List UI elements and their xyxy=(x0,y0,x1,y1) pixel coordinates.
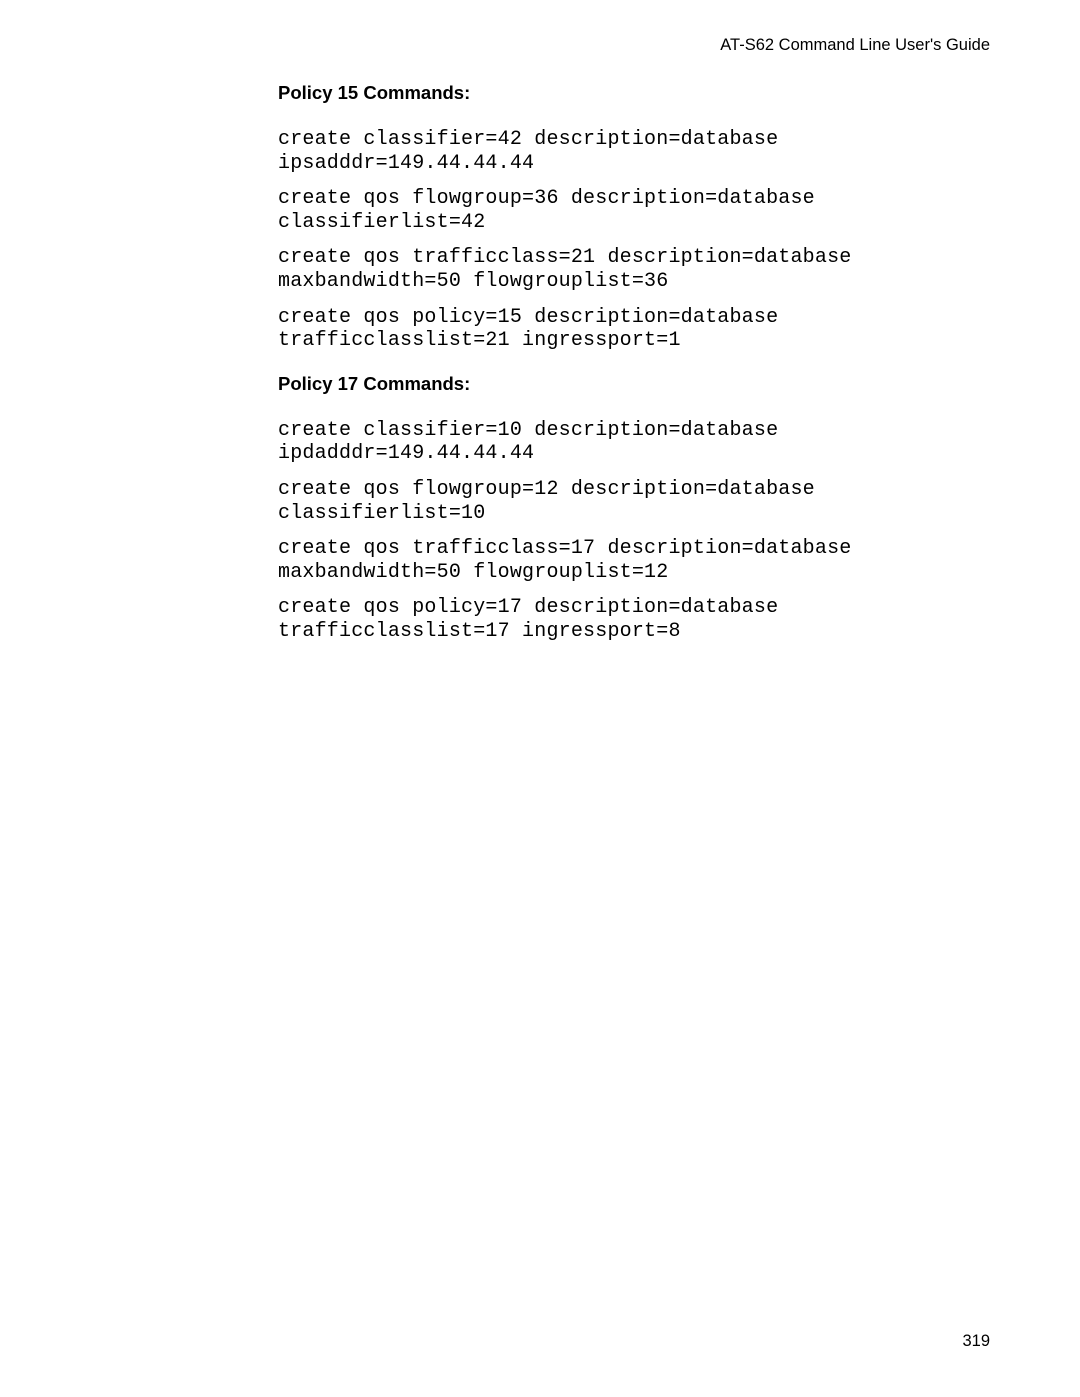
command-block: create qos trafficclass=21 description=d… xyxy=(278,246,990,293)
section-heading-policy-17: Policy 17 Commands: xyxy=(278,373,990,395)
document-page: AT-S62 Command Line User's Guide Policy … xyxy=(0,0,1080,1397)
command-block: create qos flowgroup=36 description=data… xyxy=(278,187,990,234)
command-block: create qos trafficclass=17 description=d… xyxy=(278,537,990,584)
command-block: create classifier=10 description=databas… xyxy=(278,419,990,466)
section-heading-policy-15: Policy 15 Commands: xyxy=(278,82,990,104)
page-number: 319 xyxy=(962,1332,990,1351)
main-content: Policy 15 Commands: create classifier=42… xyxy=(278,82,990,656)
command-block: create qos policy=15 description=databas… xyxy=(278,306,990,353)
command-block: create qos flowgroup=12 description=data… xyxy=(278,478,990,525)
command-block: create classifier=42 description=databas… xyxy=(278,128,990,175)
page-header-guide-title: AT-S62 Command Line User's Guide xyxy=(720,36,990,55)
command-block: create qos policy=17 description=databas… xyxy=(278,596,990,643)
